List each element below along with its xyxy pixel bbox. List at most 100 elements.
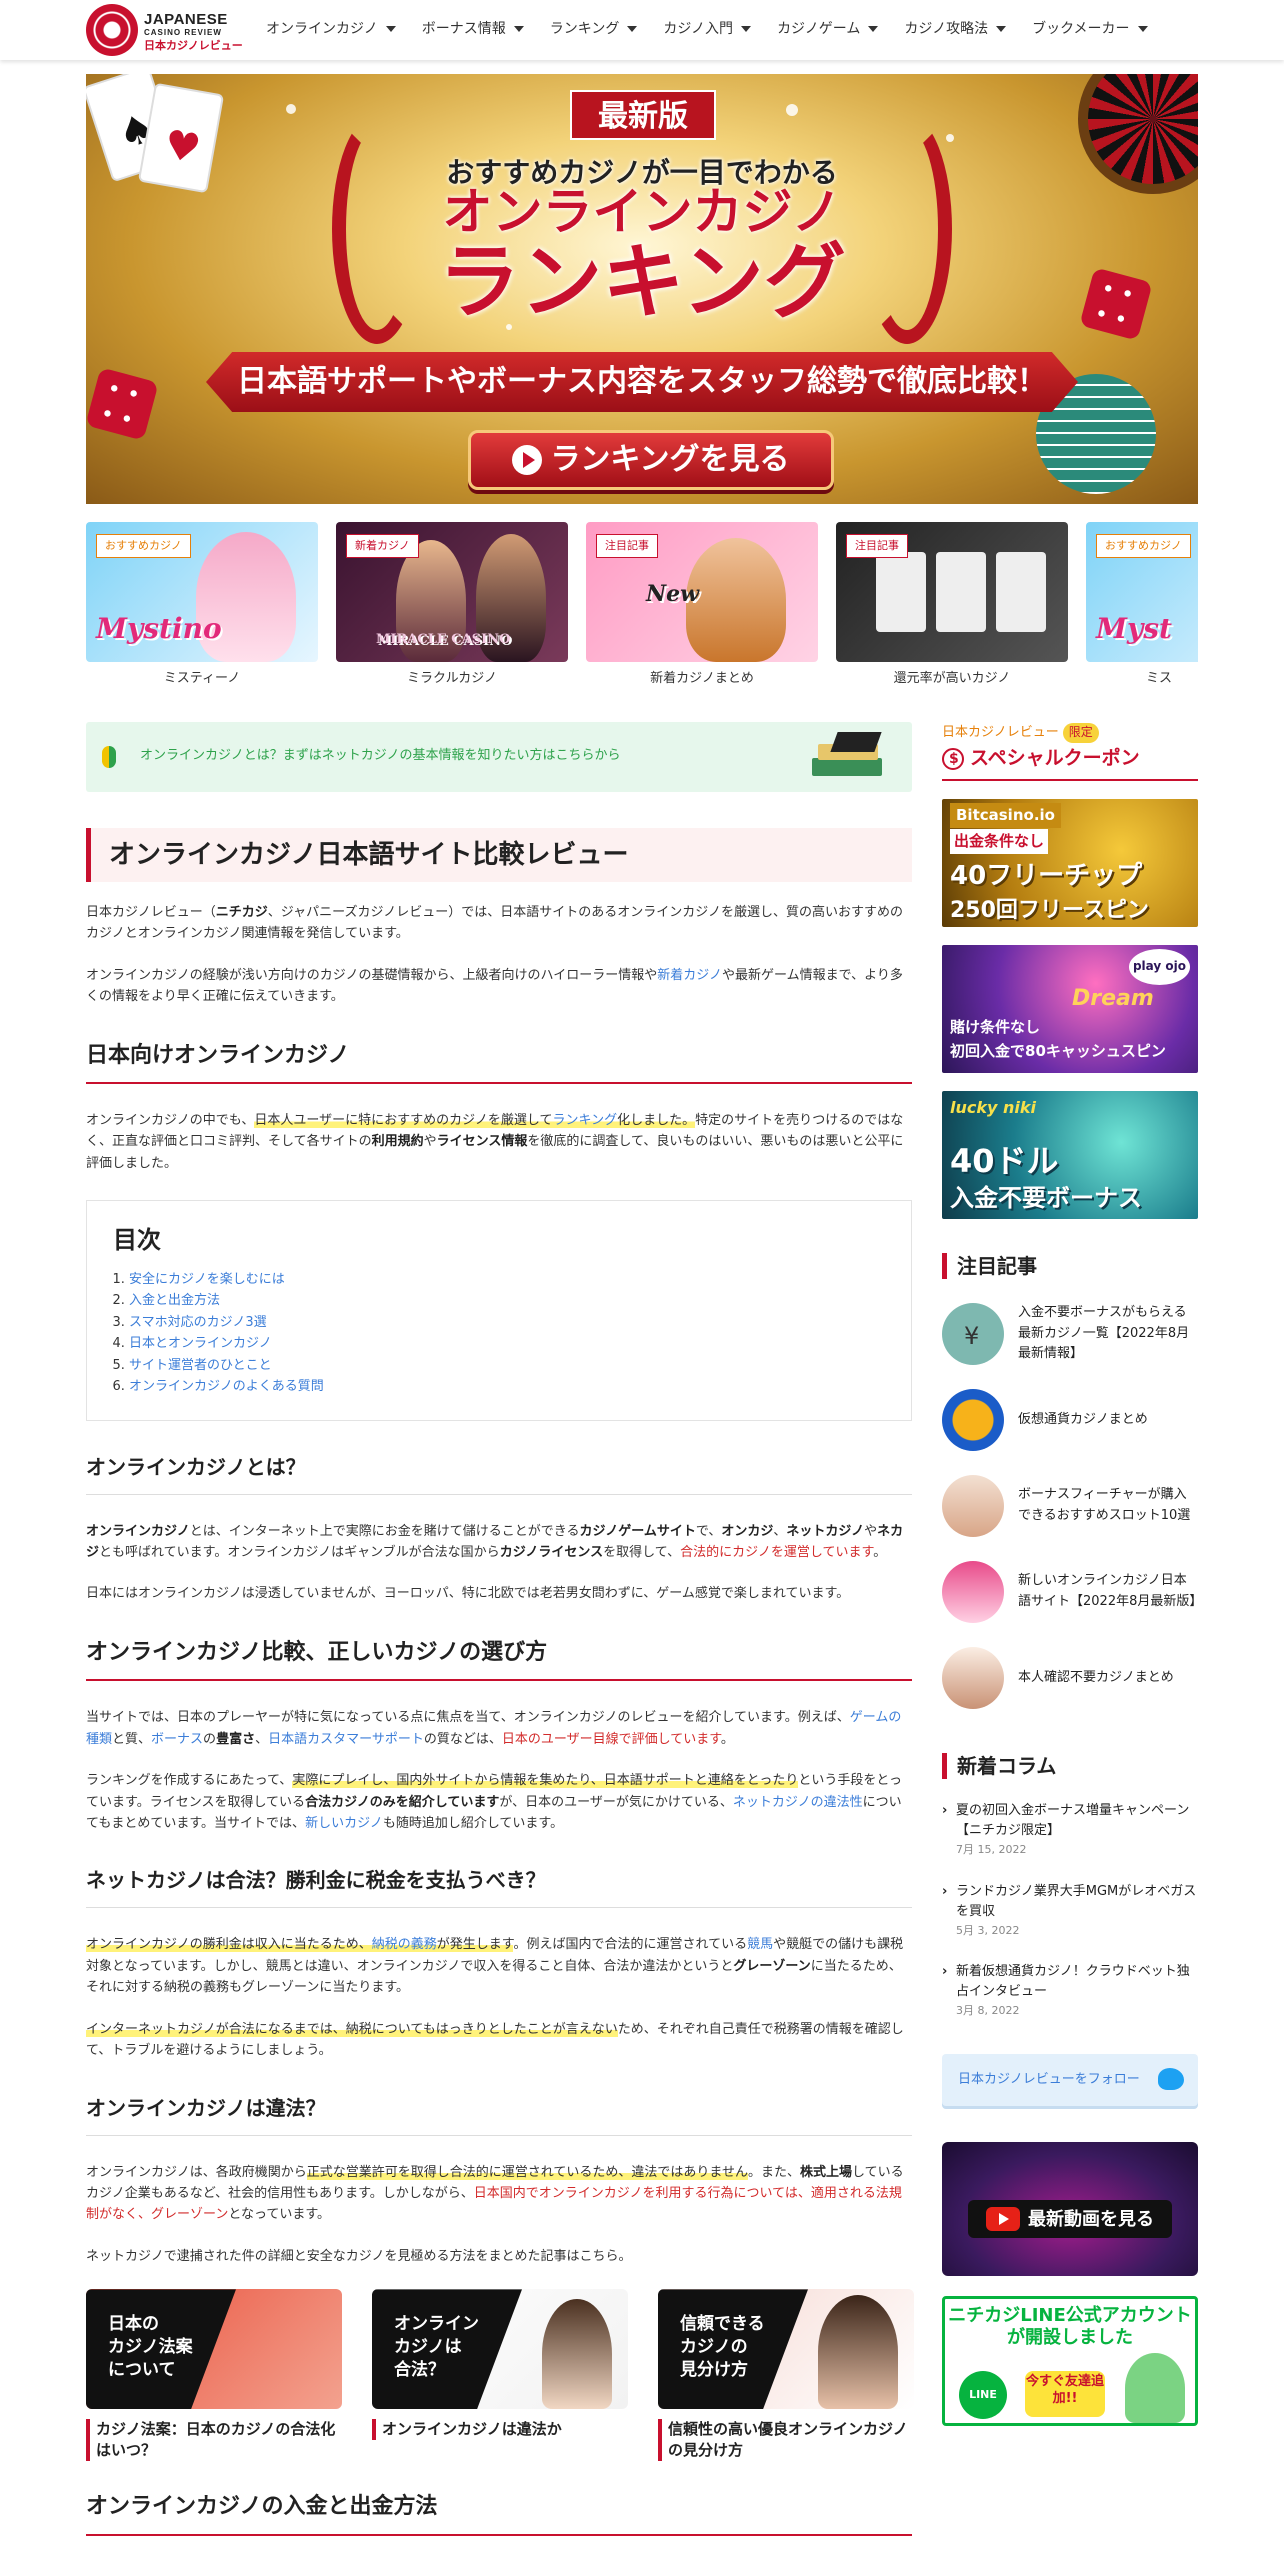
choose-paragraph-1: 当サイトでは、日本のプレーヤーが特に気になっている点に焦点を当て、オンラインカジ… [86, 1710, 902, 1747]
article-thumbnail [942, 1561, 1004, 1624]
luckyniki-ad[interactable]: lucky niki 40ドル 入金不要ボーナス [942, 1090, 1198, 1219]
carousel-caption: 新着カジノまとめ [650, 671, 754, 686]
article-thumbnail: 信頼できる カジノの 見分け方 [658, 2289, 914, 2410]
hero-ribbon: 日本語サポートやボーナス内容をスタッフ総勢で徹底比較！ [206, 352, 1078, 412]
chevron-down-icon [385, 26, 396, 32]
twitter-icon [1158, 2068, 1184, 2091]
carousel-caption: 還元率が高いカジノ [893, 671, 1011, 686]
carousel-logo: Mystino [96, 611, 222, 645]
nav-casino-intro[interactable]: カジノ入門 [663, 18, 765, 41]
sparkle [786, 104, 798, 116]
playojo-ad[interactable]: play ojo Dream 賭け条件なし 初回入金で80キャッシュスピン [942, 944, 1198, 1073]
carousel-item[interactable]: 新着カジノ MIRACLE CASINO ミラクルカジノ [336, 522, 568, 689]
sidebar: 日本カジノレビュー限定 スペシャルクーポン Bitcasino.io 出金条件な… [942, 722, 1202, 2427]
article-caption: カジノ法案：日本のカジノの合法化はいつ？ [86, 2419, 342, 2462]
article-caption: オンラインカジノは違法か [372, 2419, 628, 2441]
carousel-image: 注目記事 [836, 522, 1068, 662]
toc-item[interactable]: スマホ対応のカジノ3選 [129, 1312, 885, 1333]
toc-item[interactable]: サイト運営者のひとこと [129, 1355, 885, 1376]
keiba-link[interactable]: 競馬 [747, 1937, 773, 1952]
sparkle [286, 104, 296, 114]
carousel-item[interactable]: 注目記事 New 新着カジノまとめ [586, 522, 818, 689]
carousel-image: おすすめカジノ Mystino [86, 522, 318, 662]
carousel-caption: ミスティーノ [163, 671, 241, 686]
featured-article[interactable]: 本人確認不要カジノまとめ [942, 1647, 1198, 1710]
line-banner[interactable]: ニチカジLINE公式アカウントが開設しました LINE 今すぐ友達追加!! [942, 2296, 1198, 2427]
support-link[interactable]: 日本語カスタマーサポート [268, 1732, 424, 1747]
tax-duty-link[interactable]: 納税の義務 [371, 1937, 437, 1953]
hero-title-2: ランキング [438, 235, 846, 330]
special-coupon-title: スペシャルクーポン [942, 743, 1198, 781]
logo-line3: 日本カジノレビュー [144, 40, 243, 52]
nav-online-casino[interactable]: オンラインカジノ [266, 18, 410, 41]
section-title-review: オンラインカジノ日本語サイト比較レビュー [86, 828, 912, 882]
related-article-card[interactable]: 信頼できる カジノの 見分け方 信頼性の高い優良オンラインカジノの見分け方 [658, 2289, 914, 2462]
youtube-icon [986, 2207, 1020, 2232]
column-item[interactable]: ランドカジノ業界大手MGMがレオベガスを買収 5月 3, 2022 [942, 1882, 1198, 1940]
article-caption: 信頼性の高い優良オンラインカジノの見分け方 [658, 2419, 914, 2462]
bitcasino-ad[interactable]: Bitcasino.io 出金条件なし 40フリーチップ 250回フリースピン [942, 798, 1198, 927]
carousel-caption: ミラクルカジノ [407, 671, 497, 686]
illegal-paragraph-2: ネットカジノで逮捕された件の詳細と安全なカジノを見極める方法をまとめた記事はこち… [86, 2248, 632, 2264]
carousel-tag: 注目記事 [596, 534, 658, 559]
new-casino-link[interactable]: 新着カジノ [657, 968, 722, 983]
featured-article[interactable]: ボーナスフィーチャーが購入できるおすすめスロット10選 [942, 1475, 1198, 1538]
nav-ranking[interactable]: ランキング [550, 18, 652, 41]
column-item[interactable]: 夏の初回入金ボーナス増量キャンペーン【ニチカジ限定】 7月 15, 2022 [942, 1801, 1198, 1859]
intro-paragraph-2: オンラインカジノの経験が浅い方向けのカジノの基礎情報から、上級者向けのハイローラ… [86, 967, 903, 1005]
slot-reel [996, 552, 1046, 632]
toc-item[interactable]: 安全にカジノを楽しむには [129, 1269, 885, 1290]
nav-bookmaker[interactable]: ブックメーカー [1032, 18, 1161, 41]
chevron-down-icon [1137, 26, 1148, 32]
new-casinos-link[interactable]: 新しいカジノ [305, 1816, 383, 1831]
hero-badge: 最新版 [570, 90, 716, 140]
hero-banner[interactable]: ♠ ♥ 最新版 おすすめカジノが一目でわかる オンラインカジノ ランキング 日本… [86, 74, 1198, 504]
add-friend-badge: 今すぐ友達追加!! [1025, 2371, 1105, 2418]
ranking-link[interactable]: ランキング [552, 1113, 618, 1129]
beginner-guide-banner[interactable]: オンラインカジノとは？まずはネットカジノの基本情報を知りたい方はこちらから [86, 722, 912, 792]
japan-paragraph: オンラインカジノの中でも、日本人ユーザーに特におすすめのカジノを厳選してランキン… [86, 1113, 904, 1171]
carousel-tag: 注目記事 [846, 534, 908, 559]
featured-carousel[interactable]: おすすめカジノ Mystino ミスティーノ 新着カジノ MIRACLE CAS… [86, 522, 1198, 692]
related-article-card[interactable]: 日本の カジノ法案 について カジノ法案：日本のカジノの合法化はいつ？ [86, 2289, 342, 2462]
article-thumbnail: ¥ [942, 1302, 1004, 1365]
column-item[interactable]: 新着仮想通貨カジノ！クラウドベット独占インタビュー 3月 8, 2022 [942, 1962, 1198, 2020]
toc-item[interactable]: 入金と出金方法 [129, 1290, 885, 1311]
new-columns-title: 新着コラム [942, 1753, 1198, 1780]
featured-article[interactable]: 仮想通貨カジノまとめ [942, 1389, 1198, 1452]
carousel-tag: 新着カジノ [346, 534, 419, 559]
person-image [818, 2295, 898, 2410]
featured-article[interactable]: ¥ 入金不要ボーナスがもらえる最新カジノ一覧【2022年8月最新情報】 [942, 1302, 1198, 1365]
featured-article[interactable]: 新しいオンラインカジノ日本語サイト【2022年8月最新版】 [942, 1561, 1202, 1624]
table-of-contents: 目次 安全にカジノを楽しむには 入金と出金方法 スマホ対応のカジノ3選 日本とオ… [86, 1200, 912, 1421]
twitter-follow-button[interactable]: 日本カジノレビューをフォロー [942, 2054, 1198, 2107]
sparkle [946, 134, 954, 142]
youtube-banner[interactable]: 最新動画を見る [942, 2142, 1198, 2277]
toc-item[interactable]: 日本とオンラインカジノ [129, 1333, 885, 1354]
coupon-label: 日本カジノレビュー 限定 [942, 722, 1198, 743]
carousel-item[interactable]: 注目記事 還元率が高いカジノ [836, 522, 1068, 689]
bitcoin-icon [942, 1389, 1004, 1452]
carousel-item[interactable]: おすすめカジノ Mystino ミスティーノ [86, 522, 318, 689]
limited-badge: 限定 [1062, 723, 1099, 743]
nav-bonus[interactable]: ボーナス情報 [422, 18, 538, 41]
tax-paragraph-1: オンラインカジノの勝利金は収入に当たるため、納税の義務が発生します。例えば国内で… [86, 1937, 904, 1996]
nav-casino-games[interactable]: カジノゲーム [777, 18, 892, 41]
carousel-item[interactable]: おすすめカジノ Myst ミス [1086, 522, 1198, 689]
tax-paragraph-2: インターネットカジノが合法になるまでは、納税についてもはっきりとしたことが言えな… [86, 2021, 904, 2059]
bonus-link[interactable]: ボーナス [151, 1732, 203, 1747]
view-ranking-button[interactable]: ランキングを見る [468, 430, 834, 490]
person-image [542, 2299, 612, 2410]
nav-strategy[interactable]: カジノ攻略法 [904, 18, 1020, 41]
carousel-caption: ミス [1146, 671, 1173, 686]
watch-video-button[interactable]: 最新動画を見る [968, 2200, 1172, 2239]
related-article-card[interactable]: オンライン カジノは 合法？ オンラインカジノは違法か [372, 2289, 628, 2461]
heading-japan-casino: 日本向けオンラインカジノ [86, 1038, 912, 1085]
toc-item[interactable]: オンラインカジノのよくある質問 [129, 1376, 885, 1397]
slot-reel [876, 552, 926, 632]
line-icon: LINE [959, 2371, 1007, 2420]
illegality-link[interactable]: ネットカジノの違法性 [733, 1795, 863, 1810]
featured-articles-title: 注目記事 [942, 1252, 1198, 1279]
carousel-image: 新着カジノ MIRACLE CASINO [336, 522, 568, 662]
site-logo[interactable]: JAPANESE CASINO REVIEW 日本カジノレビュー [86, 4, 243, 56]
